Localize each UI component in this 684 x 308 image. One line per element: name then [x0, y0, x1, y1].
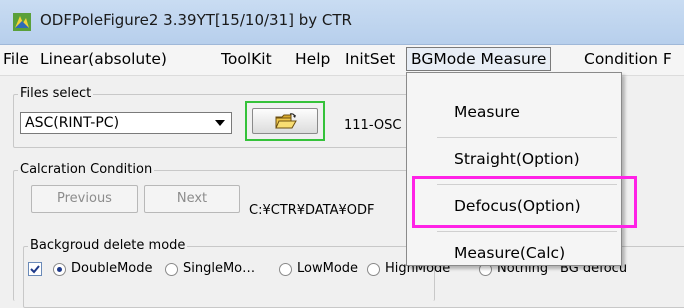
- file-type-combo[interactable]: ASC(RINT-PC): [20, 112, 232, 134]
- menu-option-measure-label: Measure: [454, 103, 520, 121]
- menu-option-straight[interactable]: Straight(Option): [407, 140, 621, 180]
- bg-delete-legend: Backgroud delete mode: [28, 238, 188, 253]
- menu-option-straight-label: Straight(Option): [454, 150, 580, 168]
- defocus-highlight-box: [412, 176, 637, 228]
- files-select-legend: Files select: [18, 86, 94, 101]
- open-folder-icon: [275, 113, 297, 129]
- menu-condition[interactable]: Condition F: [584, 50, 672, 68]
- next-button[interactable]: Next: [144, 185, 240, 213]
- menu-help[interactable]: Help: [295, 50, 330, 68]
- bg-delete-checkbox[interactable]: [28, 262, 42, 276]
- menu-linear-absolute[interactable]: Linear(absolute): [40, 50, 167, 68]
- open-folder-button[interactable]: [252, 108, 318, 134]
- checkmark-icon: [30, 265, 40, 274]
- menu-option-measure[interactable]: Measure: [407, 93, 621, 133]
- radio-singlemode-label: SingleMo…: [183, 261, 256, 276]
- radio-lowmode-label: LowMode: [297, 261, 359, 276]
- calc-condition-legend: Calcration Condition: [18, 162, 155, 177]
- menu-initset[interactable]: InitSet: [345, 50, 395, 68]
- files-path-text: 111-OSC: [344, 118, 402, 133]
- menu-option-measure-calc[interactable]: Measure(Calc): [407, 234, 621, 274]
- menu-separator: [437, 231, 617, 232]
- radio-singlemode[interactable]: [165, 263, 178, 276]
- radio-lowmode[interactable]: [279, 263, 292, 276]
- menu-bgmode-measure[interactable]: BGMode Measure: [406, 47, 552, 71]
- calc-path-text: C:¥CTR¥DATA¥ODF: [249, 203, 375, 218]
- window-title: ODFPoleFigure2 3.39YT[15/10/31] by CTR: [40, 11, 352, 29]
- radio-highmode[interactable]: [367, 263, 380, 276]
- title-bar: ODFPoleFigure2 3.39YT[15/10/31] by CTR: [0, 0, 684, 45]
- chevron-down-icon[interactable]: [215, 120, 225, 126]
- radio-doublemode-label: DoubleMode: [71, 261, 153, 276]
- menu-separator: [437, 137, 617, 138]
- bgmode-dropdown-menu: Measure Straight(Option) Defocus(Option)…: [406, 72, 622, 266]
- menu-option-measure-calc-label: Measure(Calc): [454, 244, 566, 262]
- menu-toolkit[interactable]: ToolKit: [221, 50, 272, 68]
- file-type-value: ASC(RINT-PC): [25, 115, 120, 131]
- app-icon: [13, 13, 31, 31]
- radio-doublemode[interactable]: [53, 263, 66, 276]
- previous-button[interactable]: Previous: [31, 185, 138, 213]
- menu-file[interactable]: File: [3, 50, 29, 68]
